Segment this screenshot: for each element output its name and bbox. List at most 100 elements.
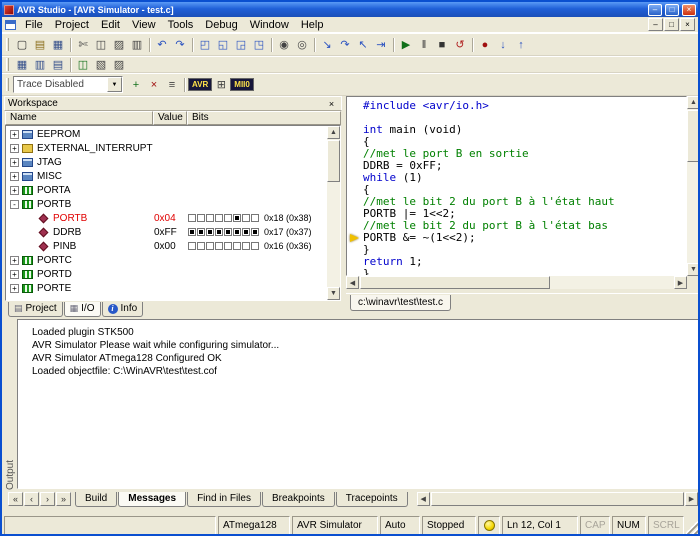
run-to-cursor-icon[interactable]: ⇥ (372, 36, 390, 53)
workspace-tab-i-o[interactable]: ▦I/O (64, 302, 101, 317)
scroll-down-icon[interactable]: ▼ (687, 263, 700, 276)
output-hscrollbar[interactable]: ◀ ▶ (417, 492, 698, 506)
paste-icon[interactable]: ▨ (110, 36, 128, 53)
chevron-down-icon[interactable]: ▼ (107, 77, 122, 92)
bit-checkbox[interactable] (188, 228, 196, 236)
bit-checkbox[interactable] (233, 214, 241, 222)
maximize-icon[interactable]: □ (665, 4, 679, 16)
tree-row-ddrb[interactable]: DDRB0xFF0x17 (0x37) (6, 225, 326, 239)
column-header-bits[interactable]: Bits (187, 111, 341, 125)
bit-checkbox[interactable] (206, 242, 214, 250)
bit-checkbox[interactable] (215, 214, 223, 222)
tab-scroll-first-icon[interactable]: « (8, 492, 23, 506)
toolbar-grip[interactable] (6, 38, 9, 51)
save-file-icon[interactable]: ▦ (49, 36, 67, 53)
tab-scroll-last-icon[interactable]: » (56, 492, 71, 506)
bit-checkbox[interactable] (206, 228, 214, 236)
output-messages[interactable]: Loaded plugin STK500AVR Simulator Please… (17, 319, 699, 489)
scrollbar-thumb[interactable] (360, 276, 550, 289)
avr-chip-icon[interactable]: AVR (188, 78, 212, 91)
menu-item-project[interactable]: Project (49, 18, 95, 32)
tree-row-porta[interactable]: +PORTA (6, 183, 326, 197)
tree-expander-icon[interactable]: + (10, 144, 19, 153)
clear-trace-icon[interactable]: ≡ (163, 76, 181, 93)
bit-checkbox[interactable] (224, 228, 232, 236)
step-into-icon[interactable]: ↘ (318, 36, 336, 53)
bit-checkbox[interactable] (197, 214, 205, 222)
editor-hscrollbar[interactable]: ◀ ▶ (346, 276, 687, 289)
pause-icon[interactable]: ‖ (415, 36, 433, 53)
resize-grip[interactable] (686, 516, 700, 535)
column-header-value[interactable]: Value (153, 111, 187, 125)
message-window-icon[interactable]: ▨ (110, 56, 128, 73)
scroll-down-icon[interactable]: ▼ (327, 287, 340, 300)
prev-bookmark-icon[interactable]: ↑ (512, 36, 530, 53)
output-tab-tracepoints[interactable]: Tracepoints (336, 492, 408, 507)
bit-checkbox[interactable] (233, 242, 241, 250)
tree-row-portd[interactable]: +PORTD (6, 267, 326, 281)
file-tab-test-c[interactable]: c:\winavr\test\test.c (350, 295, 451, 311)
menu-item-file[interactable]: File (19, 18, 49, 32)
bit-checkbox[interactable] (224, 214, 232, 222)
scroll-right-icon[interactable]: ▶ (685, 492, 698, 506)
tab-scroll-prev-icon[interactable]: ‹ (24, 492, 39, 506)
bit-checkbox[interactable] (206, 214, 214, 222)
title-bar[interactable]: AVR Studio - [AVR Simulator - test.c] – … (2, 2, 698, 17)
minimize-icon[interactable]: – (648, 4, 662, 16)
trace-combobox[interactable]: Trace Disabled ▼ (13, 76, 123, 93)
tree-row-jtag[interactable]: +JTAG (6, 155, 326, 169)
scroll-right-icon[interactable]: ▶ (674, 276, 687, 289)
register-window-icon[interactable]: ▤ (49, 56, 67, 73)
tree-row-pinb[interactable]: PINB0x000x16 (0x36) (6, 239, 326, 253)
tree-row-porte[interactable]: +PORTE (6, 281, 326, 295)
copy-icon[interactable]: ◫ (92, 36, 110, 53)
scroll-up-icon[interactable]: ▲ (687, 96, 700, 109)
workspace-tab-info[interactable]: iInfo (102, 302, 144, 317)
tree-expander-icon[interactable]: - (10, 200, 19, 209)
window-layout-4-icon[interactable]: ◳ (250, 36, 268, 53)
toolbar-grip[interactable] (6, 58, 9, 71)
step-out-icon[interactable]: ↖ (354, 36, 372, 53)
io-view-icon[interactable]: ◫ (74, 56, 92, 73)
bit-checkbox[interactable] (242, 214, 250, 222)
tree-expander-icon[interactable]: + (10, 270, 19, 279)
tree-row-portc[interactable]: +PORTC (6, 253, 326, 267)
workspace-tab-project[interactable]: ▤Project (8, 302, 63, 317)
bit-checkbox[interactable] (215, 242, 223, 250)
bit-checkbox[interactable] (188, 214, 196, 222)
remove-trace-icon[interactable]: × (145, 76, 163, 93)
io-register-tree[interactable]: +EEPROM+EXTERNAL_INTERRUPT+JTAG+MISC+POR… (5, 125, 341, 301)
output-tab-find-in-files[interactable]: Find in Files (187, 492, 261, 507)
find-next-icon[interactable]: ◎ (293, 36, 311, 53)
scroll-up-icon[interactable]: ▲ (327, 126, 340, 139)
tree-row-misc[interactable]: +MISC (6, 169, 326, 183)
run-icon[interactable]: ▶ (397, 36, 415, 53)
editor-vscrollbar[interactable]: ▲ ▼ (687, 96, 700, 276)
memory-window-icon[interactable]: ▥ (31, 56, 49, 73)
tree-expander-icon[interactable]: + (10, 186, 19, 195)
bit-checkbox[interactable] (224, 242, 232, 250)
tree-row-portb[interactable]: PORTB0x040x18 (0x38) (6, 211, 326, 225)
new-file-icon[interactable]: ▢ (13, 36, 31, 53)
bit-checkbox[interactable] (215, 228, 223, 236)
tree-row-portb[interactable]: -PORTB (6, 197, 326, 211)
toolbar-grip[interactable] (6, 78, 9, 91)
tree-expander-icon[interactable]: + (10, 172, 19, 181)
mdi-restore-icon[interactable]: □ (664, 18, 679, 31)
reset-icon[interactable]: ↺ (451, 36, 469, 53)
scrollbar-thumb[interactable] (327, 140, 340, 182)
window-layout-1-icon[interactable]: ◰ (196, 36, 214, 53)
mcu-mode-icon[interactable]: MII0 (230, 78, 254, 91)
next-bookmark-icon[interactable]: ↓ (494, 36, 512, 53)
tree-expander-icon[interactable]: + (10, 158, 19, 167)
mdi-close-icon[interactable]: × (680, 18, 695, 31)
scrollbar-thumb[interactable] (687, 110, 700, 162)
stop-icon[interactable]: ■ (433, 36, 451, 53)
menu-item-debug[interactable]: Debug (199, 18, 243, 32)
bit-checkbox[interactable] (188, 242, 196, 250)
output-tab-build[interactable]: Build (75, 492, 117, 507)
disassembler-window-icon[interactable]: ▧ (92, 56, 110, 73)
tree-expander-icon[interactable]: + (10, 284, 19, 293)
tree-row-eeprom[interactable]: +EEPROM (6, 127, 326, 141)
scrollbar-thumb[interactable] (431, 492, 684, 506)
